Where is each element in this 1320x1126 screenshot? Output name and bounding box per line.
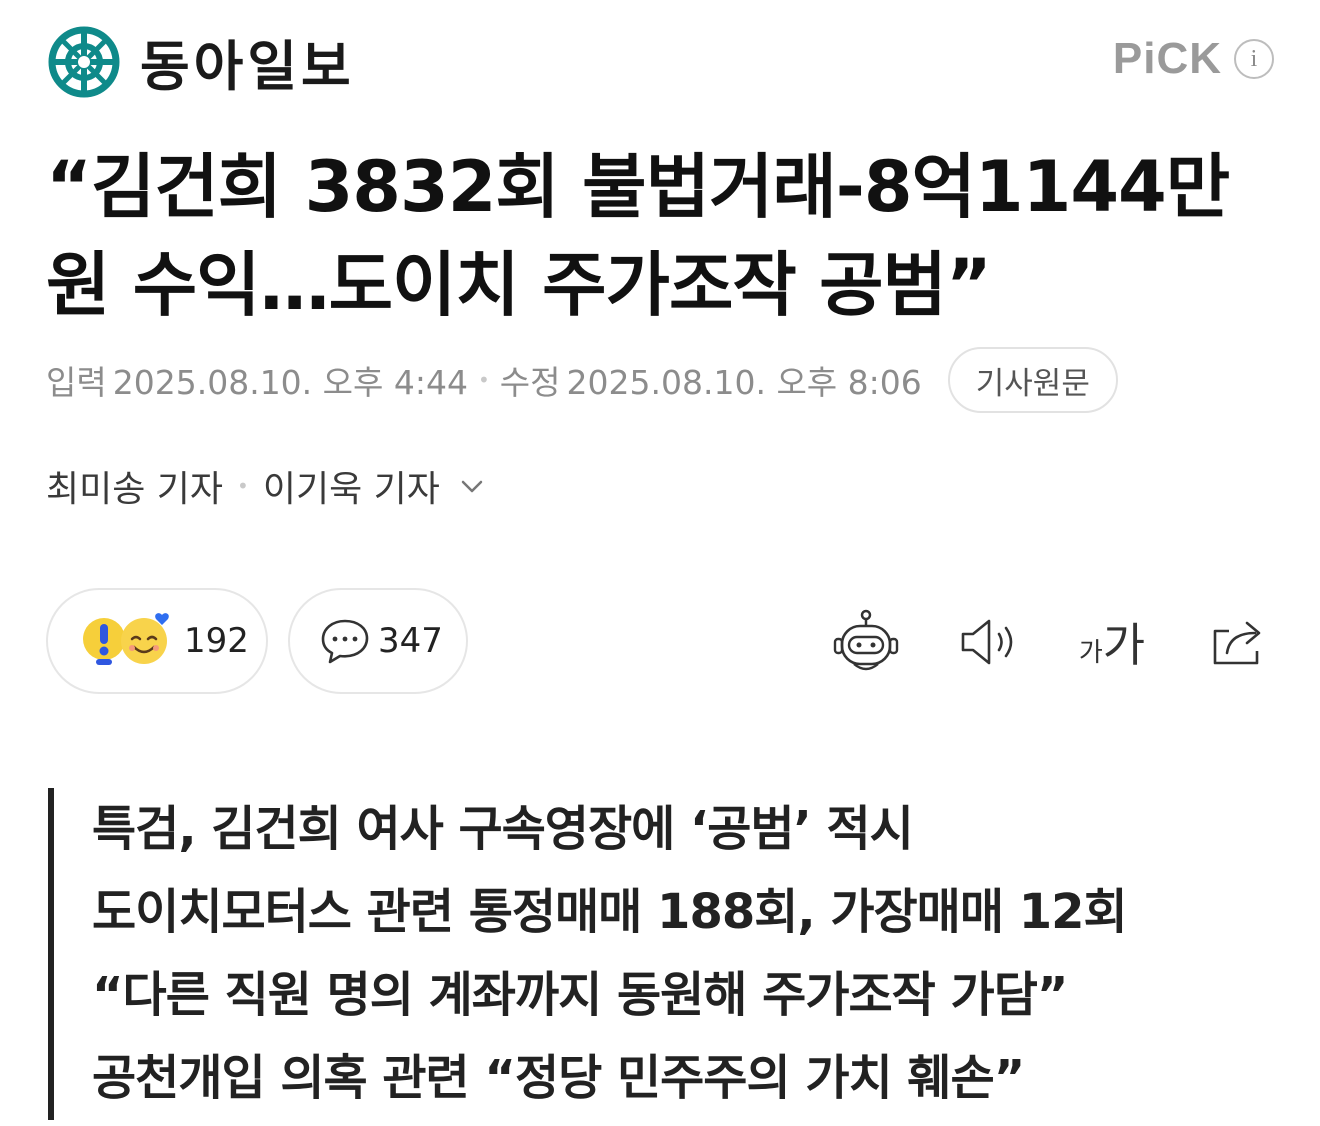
separator-dot: •	[237, 474, 249, 498]
font-large-label: 가	[1102, 618, 1146, 672]
reporter-name[interactable]: 최미송 기자	[46, 460, 223, 512]
article-title: “김건희 3832회 불법거래-8억1144만원 수익…도이치 주가조작 공범”	[46, 146, 1230, 326]
input-time: 2025.08.10. 오후 4:44	[112, 363, 468, 402]
reaction-count: 192	[184, 621, 249, 661]
speaker-icon	[961, 619, 1013, 665]
info-icon[interactable]: i	[1234, 39, 1274, 79]
header: 동아일보 PiCK i	[0, 0, 1320, 120]
reporter-name[interactable]: 이기욱 기자	[263, 460, 440, 512]
pick-badge[interactable]: PiCK i	[1113, 34, 1274, 84]
reaction-emoji-icon	[80, 611, 176, 671]
donga-logo-icon	[48, 26, 120, 97]
article-meta: 입력 2025.08.10. 오후 4:44 • 수정 2025.08.10. …	[46, 345, 1118, 415]
summary-line: 공천개입 의혹 관련 “정당 민주주의 가치 훼손”	[92, 1050, 1025, 1106]
article-summary: 특검, 김건희 여사 구속영장에 ‘공범’ 적시 도이치모터스 관련 통정매매 …	[48, 788, 1248, 1120]
original-article-button[interactable]: 기사원문	[947, 347, 1118, 413]
edit-time: 2025.08.10. 오후 8:06	[566, 363, 922, 402]
input-label: 입력	[46, 363, 107, 402]
font-size-icon: 가가	[1079, 609, 1145, 675]
summary-line: 도이치모터스 관련 통정매매 188회, 가장매매 12회	[92, 884, 1128, 940]
chevron-down-icon[interactable]	[458, 472, 486, 500]
robot-summary-icon	[833, 609, 899, 671]
edit-label: 수정	[499, 363, 561, 402]
reporter-list[interactable]: 최미송 기자 • 이기욱 기자	[46, 458, 486, 514]
font-size-button[interactable]: 가가	[1072, 602, 1152, 682]
summary-line: “다른 직원 명의 계좌까지 동원해 주가조작 가담”	[92, 967, 1068, 1023]
smile-emoji-icon	[121, 613, 169, 664]
comment-button[interactable]: 347	[288, 588, 468, 694]
share-button[interactable]	[1198, 602, 1278, 682]
brand-name: 동아일보	[140, 35, 355, 98]
font-small-label: 가	[1078, 638, 1103, 668]
action-bar: 192 347 가가	[46, 588, 1276, 694]
pick-label: PiCK	[1112, 34, 1222, 83]
read-aloud-button[interactable]	[950, 602, 1030, 682]
separator-dot: •	[477, 368, 490, 392]
share-icon	[1213, 621, 1261, 665]
logo[interactable]: 동아일보	[48, 22, 355, 101]
comment-icon	[321, 619, 369, 664]
reaction-button[interactable]: 192	[46, 588, 268, 694]
ai-summary-button[interactable]	[826, 602, 906, 682]
summary-line: 특검, 김건희 여사 구속영장에 ‘공범’ 적시	[92, 801, 914, 857]
comment-count: 347	[378, 621, 443, 661]
